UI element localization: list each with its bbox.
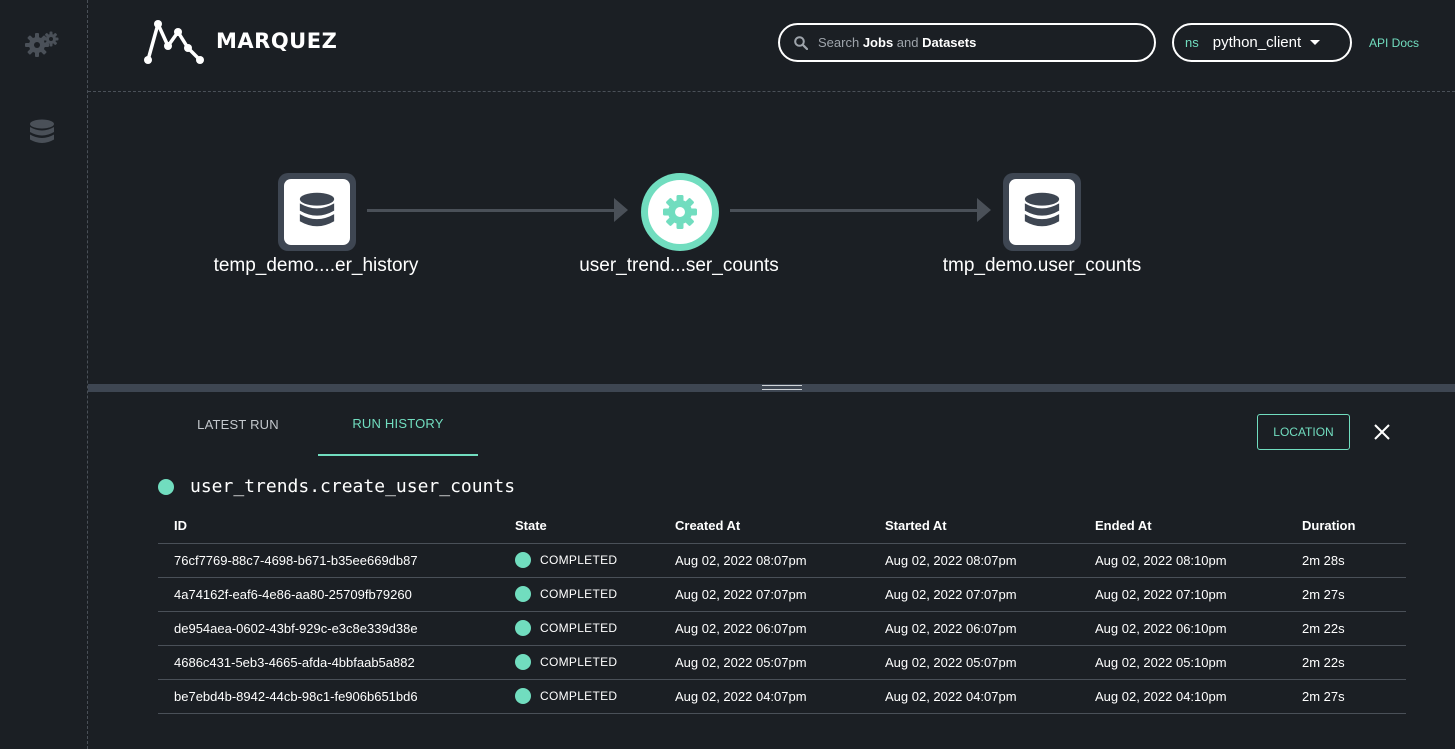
dataset-node[interactable] (278, 173, 356, 251)
dataset-node-label: tmp_demo.user_counts (942, 255, 1142, 276)
table-header-row: ID State Created At Started At Ended At … (158, 509, 1406, 544)
run-created-at: Aug 02, 2022 04:07pm (675, 679, 885, 714)
logo[interactable]: MARQUEZ (144, 18, 337, 64)
run-state-text: COMPLETED (540, 553, 618, 567)
job-title-row: user_trends.create_user_counts (158, 476, 515, 497)
run-history-table: ID State Created At Started At Ended At … (158, 509, 1406, 714)
gears-icon[interactable] (22, 24, 62, 64)
run-created-at: Aug 02, 2022 05:07pm (675, 645, 885, 680)
run-duration: 2m 22s (1302, 645, 1406, 680)
run-state: COMPLETED (515, 611, 675, 646)
arrow-icon (977, 198, 991, 222)
lineage-graph: temp_demo....er_history user_trend...ser… (88, 93, 1455, 383)
logo-text: MARQUEZ (216, 29, 338, 53)
search-placeholder: Search Jobs and Datasets (818, 35, 977, 50)
status-dot (515, 586, 531, 602)
api-docs-link[interactable]: API Docs (1369, 36, 1419, 50)
drag-handle[interactable] (762, 385, 802, 390)
run-id: 4a74162f-eaf6-4e86-aa80-25709fb79260 (158, 577, 515, 612)
namespace-select[interactable]: ns python_client (1172, 23, 1352, 62)
run-started-at: Aug 02, 2022 08:07pm (885, 543, 1095, 578)
details-panel: LATEST RUN RUN HISTORY LOCATION user_tre… (88, 392, 1455, 749)
run-created-at: Aug 02, 2022 08:07pm (675, 543, 885, 578)
run-started-at: Aug 02, 2022 06:07pm (885, 611, 1095, 646)
namespace-label: ns (1185, 35, 1199, 50)
status-dot (515, 688, 531, 704)
graph-edge (730, 209, 977, 212)
run-ended-at: Aug 02, 2022 07:10pm (1095, 577, 1302, 612)
job-node[interactable] (641, 173, 719, 251)
table-row[interactable]: 76cf7769-88c7-4698-b671-b35ee669db87 COM… (158, 543, 1406, 578)
run-state-text: COMPLETED (540, 621, 618, 635)
job-status-dot (158, 478, 174, 495)
panel-resize-divider (88, 384, 1455, 392)
run-state-text: COMPLETED (540, 689, 618, 703)
run-duration: 2m 27s (1302, 577, 1406, 612)
table-row[interactable]: 4686c431-5eb3-4665-afda-4bbfaab5a882 COM… (158, 645, 1406, 680)
column-header-created-at: Created At (675, 509, 885, 544)
status-dot (515, 552, 531, 568)
column-header-ended-at: Ended At (1095, 509, 1302, 544)
arrow-icon (614, 198, 628, 222)
run-id: de954aea-0602-43bf-929c-e3c8e339d38e (158, 611, 515, 646)
run-state: COMPLETED (515, 679, 675, 714)
run-state-text: COMPLETED (540, 587, 618, 601)
column-header-state: State (515, 509, 675, 544)
run-state: COMPLETED (515, 577, 675, 612)
database-icon (299, 192, 335, 227)
search-icon (794, 35, 808, 50)
dataset-node-label: temp_demo....er_history (213, 255, 419, 276)
close-icon[interactable] (1371, 421, 1393, 443)
namespace-value: python_client (1212, 34, 1302, 51)
sidebar (0, 0, 88, 749)
run-started-at: Aug 02, 2022 07:07pm (885, 577, 1095, 612)
marquez-logo-icon (144, 20, 204, 64)
gear-icon (663, 195, 697, 229)
database-icon (1024, 192, 1060, 227)
run-duration: 2m 27s (1302, 679, 1406, 714)
dataset-node[interactable] (1003, 173, 1081, 251)
column-header-id: ID (158, 509, 515, 544)
run-ended-at: Aug 02, 2022 08:10pm (1095, 543, 1302, 578)
table-row[interactable]: 4a74162f-eaf6-4e86-aa80-25709fb79260 COM… (158, 577, 1406, 612)
run-state: COMPLETED (515, 543, 675, 578)
job-node-label: user_trend...ser_counts (579, 255, 779, 276)
run-ended-at: Aug 02, 2022 05:10pm (1095, 645, 1302, 680)
search-input[interactable]: Search Jobs and Datasets (778, 23, 1156, 62)
run-id: be7ebd4b-8942-44cb-98c1-fe906b651bd6 (158, 679, 515, 714)
run-duration: 2m 22s (1302, 611, 1406, 646)
run-state-text: COMPLETED (540, 655, 618, 669)
header: MARQUEZ Search Jobs and Datasets ns pyth… (88, 0, 1455, 92)
tab-latest-run[interactable]: LATEST RUN (158, 392, 318, 456)
run-id: 4686c431-5eb3-4665-afda-4bbfaab5a882 (158, 645, 515, 680)
run-ended-at: Aug 02, 2022 06:10pm (1095, 611, 1302, 646)
run-created-at: Aug 02, 2022 06:07pm (675, 611, 885, 646)
run-created-at: Aug 02, 2022 07:07pm (675, 577, 885, 612)
run-started-at: Aug 02, 2022 04:07pm (885, 679, 1095, 714)
table-row[interactable]: be7ebd4b-8942-44cb-98c1-fe906b651bd6 COM… (158, 679, 1406, 714)
job-title: user_trends.create_user_counts (190, 476, 516, 497)
run-state: COMPLETED (515, 645, 675, 680)
run-ended-at: Aug 02, 2022 04:10pm (1095, 679, 1302, 714)
location-button[interactable]: LOCATION (1257, 414, 1350, 450)
run-duration: 2m 28s (1302, 543, 1406, 578)
tab-run-history[interactable]: RUN HISTORY (318, 392, 478, 456)
status-dot (515, 654, 531, 670)
column-header-duration: Duration (1302, 509, 1406, 544)
caret-down-icon (1310, 40, 1321, 45)
run-started-at: Aug 02, 2022 05:07pm (885, 645, 1095, 680)
status-dot (515, 620, 531, 636)
table-row[interactable]: de954aea-0602-43bf-929c-e3c8e339d38e COM… (158, 611, 1406, 646)
column-header-started-at: Started At (885, 509, 1095, 544)
run-id: 76cf7769-88c7-4698-b671-b35ee669db87 (158, 543, 515, 578)
database-icon[interactable] (22, 113, 62, 153)
graph-edge (367, 209, 614, 212)
